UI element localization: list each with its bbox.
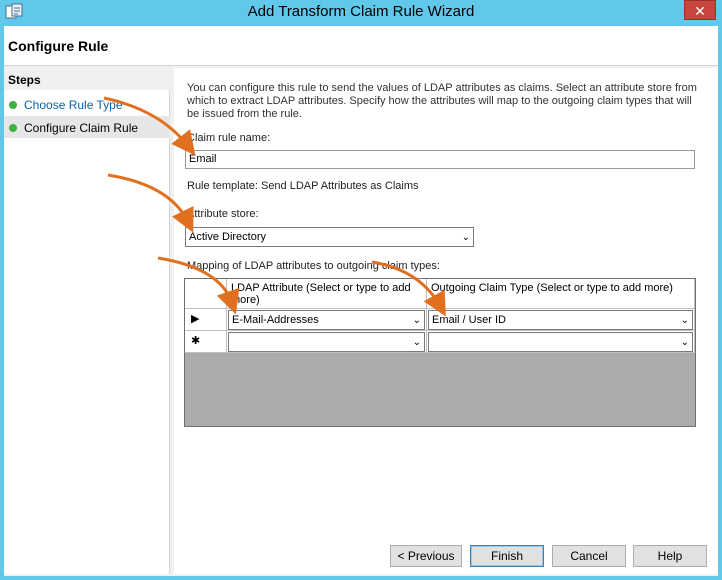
row-header-current[interactable]: ▶ [185,309,227,331]
column-header-ldap-attribute[interactable]: LDAP Attribute (Select or type to add mo… [227,279,427,309]
title-bar: Add Transform Claim Rule Wizard ✕ [0,0,722,26]
row-header-new[interactable]: ✱ [185,331,227,353]
chevron-down-icon[interactable]: ⌄ [681,315,689,326]
previous-button[interactable]: < Previous [390,545,462,567]
attribute-store-value: Active Directory [189,231,267,243]
step-choose-rule-type[interactable]: Choose Rule Type [4,93,170,115]
window-title: Add Transform Claim Rule Wizard [247,3,475,20]
close-button[interactable]: ✕ [684,0,716,20]
wizard-client: Configure Rule Steps Choose Rule Type Co… [4,26,718,576]
page-header: Configure Rule [4,26,718,66]
table-row-cell-claim: ⌄ [427,331,695,353]
claim-rule-name-input[interactable]: Email [185,150,695,169]
ldap-attribute-value: E-Mail-Addresses [232,314,319,326]
step-label: Configure Claim Rule [24,121,139,135]
table-row-cell-claim: Email / User ID ⌄ [427,309,695,331]
help-button[interactable]: Help [633,545,707,567]
mapping-grid: LDAP Attribute (Select or type to add mo… [184,278,696,427]
attribute-store-label: Attribute store: [187,208,259,220]
table-row-cell-ldap: E-Mail-Addresses ⌄ [227,309,427,331]
chevron-down-icon[interactable]: ⌄ [413,315,421,326]
ldap-attribute-select[interactable]: E-Mail-Addresses ⌄ [228,310,425,330]
outgoing-claim-type-value: Email / User ID [432,314,506,326]
chevron-down-icon[interactable]: ⌄ [413,337,421,348]
step-status-icon [9,124,17,132]
claim-rule-name-label: Claim rule name: [187,132,271,144]
outgoing-claim-type-select[interactable]: Email / User ID ⌄ [428,310,693,330]
attribute-store-select[interactable]: Active Directory ⌄ [185,227,474,247]
chevron-down-icon[interactable]: ⌄ [681,337,689,348]
step-configure-claim-rule[interactable]: Configure Claim Rule [4,116,170,138]
column-header-outgoing-claim-type[interactable]: Outgoing Claim Type (Select or type to a… [427,279,695,309]
step-label: Choose Rule Type [24,98,123,112]
wizard-body: Steps Choose Rule Type Configure Claim R… [4,66,718,576]
steps-panel: Steps Choose Rule Type Configure Claim R… [4,68,170,574]
ldap-attribute-select-new[interactable]: ⌄ [228,332,425,352]
mapping-label: Mapping of LDAP attributes to outgoing c… [187,260,440,272]
table-row-cell-ldap: ⌄ [227,331,427,353]
chevron-down-icon[interactable]: ⌄ [462,232,470,243]
rule-template-text: Rule template: Send LDAP Attributes as C… [187,180,419,192]
grid-corner-header [185,279,227,309]
content-panel: You can configure this rule to send the … [174,68,718,574]
description-text: You can configure this rule to send the … [187,82,697,120]
cancel-button[interactable]: Cancel [552,545,626,567]
step-status-icon [9,101,17,109]
page-title: Configure Rule [8,38,109,54]
outgoing-claim-type-select-new[interactable]: ⌄ [428,332,693,352]
steps-title: Steps [4,68,170,90]
finish-button[interactable]: Finish [470,545,544,567]
wizard-window: Add Transform Claim Rule Wizard ✕ Config… [0,0,722,580]
